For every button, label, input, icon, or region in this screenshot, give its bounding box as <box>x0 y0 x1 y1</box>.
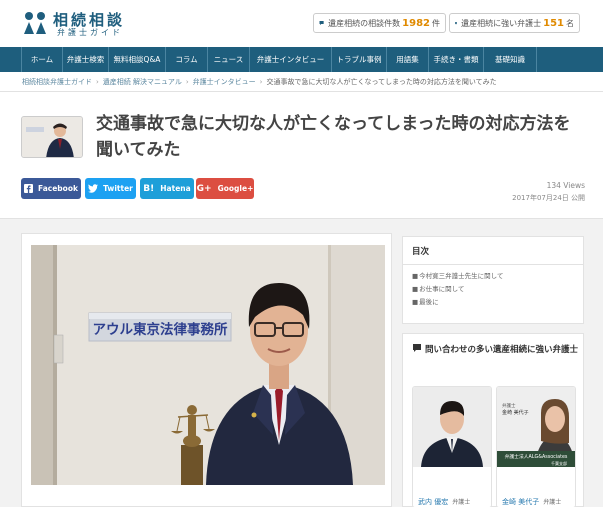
table-of-contents: 目次 今村寛三弁護士先生に関して お仕事に関して 最後に <box>402 236 584 324</box>
twitter-share-button[interactable]: Twitter <box>85 178 136 199</box>
popular-lawyers-title-text: 問い合わせの多い遺産相続に強い弁護士 <box>425 345 579 355</box>
google-plus-icon: G+ <box>196 183 212 194</box>
publish-date: 2017年07月24日 公開 <box>512 194 585 202</box>
article-header: 交通事故で急に大切な人が亡くなってしまった時の対応方法を聞いてみた Facebo… <box>0 92 603 219</box>
lawyer-count-unit: 名 <box>566 18 574 28</box>
photo-banner-firm: 弁護士法人ALG&Associates <box>505 453 568 460</box>
nav-item[interactable]: 弁護士検索 <box>63 47 109 72</box>
twitter-share-label: Twitter <box>103 184 133 193</box>
nav-item[interactable]: 用語集 <box>387 47 429 72</box>
nav-item[interactable]: トラブル事例 <box>332 47 387 72</box>
breadcrumb-item-home[interactable]: 相続相談弁護士ガイド <box>22 77 92 87</box>
lawyer-photo <box>413 387 491 467</box>
lawyer-title: 弁護士 <box>543 499 562 506</box>
nav-item[interactable]: 手続き・書類 <box>429 47 484 72</box>
facebook-share-label: Facebook <box>38 184 78 193</box>
site-logo-subtitle[interactable]: 弁護士ガイド <box>57 27 123 38</box>
toc-item[interactable]: お仕事に関して <box>412 283 574 296</box>
breadcrumb-item-interview[interactable]: 弁護士インタビュー <box>193 77 256 87</box>
lawyer-count-value: 151 <box>543 17 564 29</box>
lawyer-name-line: 武内 優宏 弁護士 <box>418 497 470 507</box>
lawyer-card[interactable]: 弁護士 金崎 美代子 弁護士法人ALG&Associates 千葉支部 金崎 美… <box>496 386 576 507</box>
facebook-share-button[interactable]: Facebook <box>21 178 81 199</box>
article-thumbnail <box>21 116 83 158</box>
hatena-icon: B! <box>143 183 155 194</box>
lawyer-name: 金崎 美代子 <box>502 498 540 506</box>
lawyer-count-badge[interactable]: 遺産相続に強い弁護士 151 名 <box>449 13 580 33</box>
lawyer-name-line: 金崎 美代子 弁護士 <box>502 497 561 507</box>
breadcrumb-item-manual[interactable]: 遺産相続 解決マニュアル <box>103 77 182 87</box>
hatena-share-label: Hatena <box>160 184 191 193</box>
popular-lawyers-title: 問い合わせの多い遺産相続に強い弁護士 <box>412 343 580 357</box>
consultation-count-badge[interactable]: 遺産相続の相談件数 1982 件 <box>313 13 446 33</box>
lawyer-title: 弁護士 <box>452 499 471 506</box>
consultation-count-value: 1982 <box>402 17 430 29</box>
breadcrumb-separator: › <box>96 77 99 86</box>
breadcrumb-current: 交通事故で急に大切な人が亡くなってしまった時の対応方法を聞いてみた <box>266 77 497 86</box>
main-nav: ホーム 弁護士検索 無料相談Q&A コラム ニュース 弁護士インタビュー トラブル事例 用語集… <box>0 47 603 72</box>
toc-title: 目次 <box>403 237 583 265</box>
person-icon <box>455 21 458 25</box>
breadcrumb-separator: › <box>259 77 263 86</box>
lawyer-photo: 弁護士 金崎 美代子 弁護士法人ALG&Associates 千葉支部 <box>497 387 575 467</box>
nav-item[interactable]: ホーム <box>21 47 63 72</box>
hatena-share-button[interactable]: B! Hatena <box>140 178 194 199</box>
toc-item[interactable]: 最後に <box>412 296 574 309</box>
photo-caption-role: 弁護士 <box>502 402 516 409</box>
logo-icon[interactable] <box>22 10 48 36</box>
lawyer-card[interactable]: 武内 優宏 弁護士 <box>412 386 492 507</box>
nav-item[interactable]: 弁護士インタビュー <box>250 47 332 72</box>
site-header: 相続相談 弁護士ガイド 遺産相続の相談件数 1982 件 遺産相続に強い弁護士 … <box>0 0 603 47</box>
chat-icon <box>319 20 324 26</box>
article-body-card: アウル東京法律事務所 <box>21 233 392 507</box>
google-plus-share-label: Google+ <box>217 184 254 193</box>
facebook-icon <box>24 184 34 193</box>
consultation-count-unit: 件 <box>432 18 440 28</box>
photo-caption-name: 金崎 美代子 <box>502 409 529 416</box>
chat-icon <box>413 344 421 352</box>
lawyer-name: 武内 優宏 <box>418 498 449 506</box>
twitter-icon <box>88 184 99 193</box>
breadcrumb-separator: › <box>185 77 189 86</box>
google-plus-share-button[interactable]: G+ Google+ <box>196 178 254 199</box>
view-count: 134 Views <box>546 181 585 190</box>
breadcrumb: 相続相談弁護士ガイド › 遺産相続 解決マニュアル › 弁護士インタビュー › … <box>0 72 603 92</box>
toc-item[interactable]: 今村寛三弁護士先生に関して <box>412 270 574 283</box>
popular-lawyers-widget: 問い合わせの多い遺産相続に強い弁護士 武内 優宏弁護士 弁護士 金崎 美代子 <box>402 333 584 507</box>
article-title: 交通事故で急に大切な人が亡くなってしまった時の対応方法を聞いてみた <box>96 114 571 160</box>
nav-item[interactable]: ニュース <box>208 47 250 72</box>
photo-banner-branch: 千葉支部 <box>551 460 567 466</box>
hero-photo: アウル東京法律事務所 <box>31 245 385 485</box>
nav-item[interactable]: 無料相談Q&A <box>109 47 166 72</box>
consultation-count-label: 遺産相続の相談件数 <box>328 18 401 28</box>
hero-sign-text: アウル東京法律事務所 <box>93 321 228 338</box>
nav-item[interactable]: 基礎知識 <box>484 47 537 72</box>
nav-item[interactable]: コラム <box>166 47 208 72</box>
lawyer-count-label: 遺産相続に強い弁護士 <box>461 18 542 28</box>
